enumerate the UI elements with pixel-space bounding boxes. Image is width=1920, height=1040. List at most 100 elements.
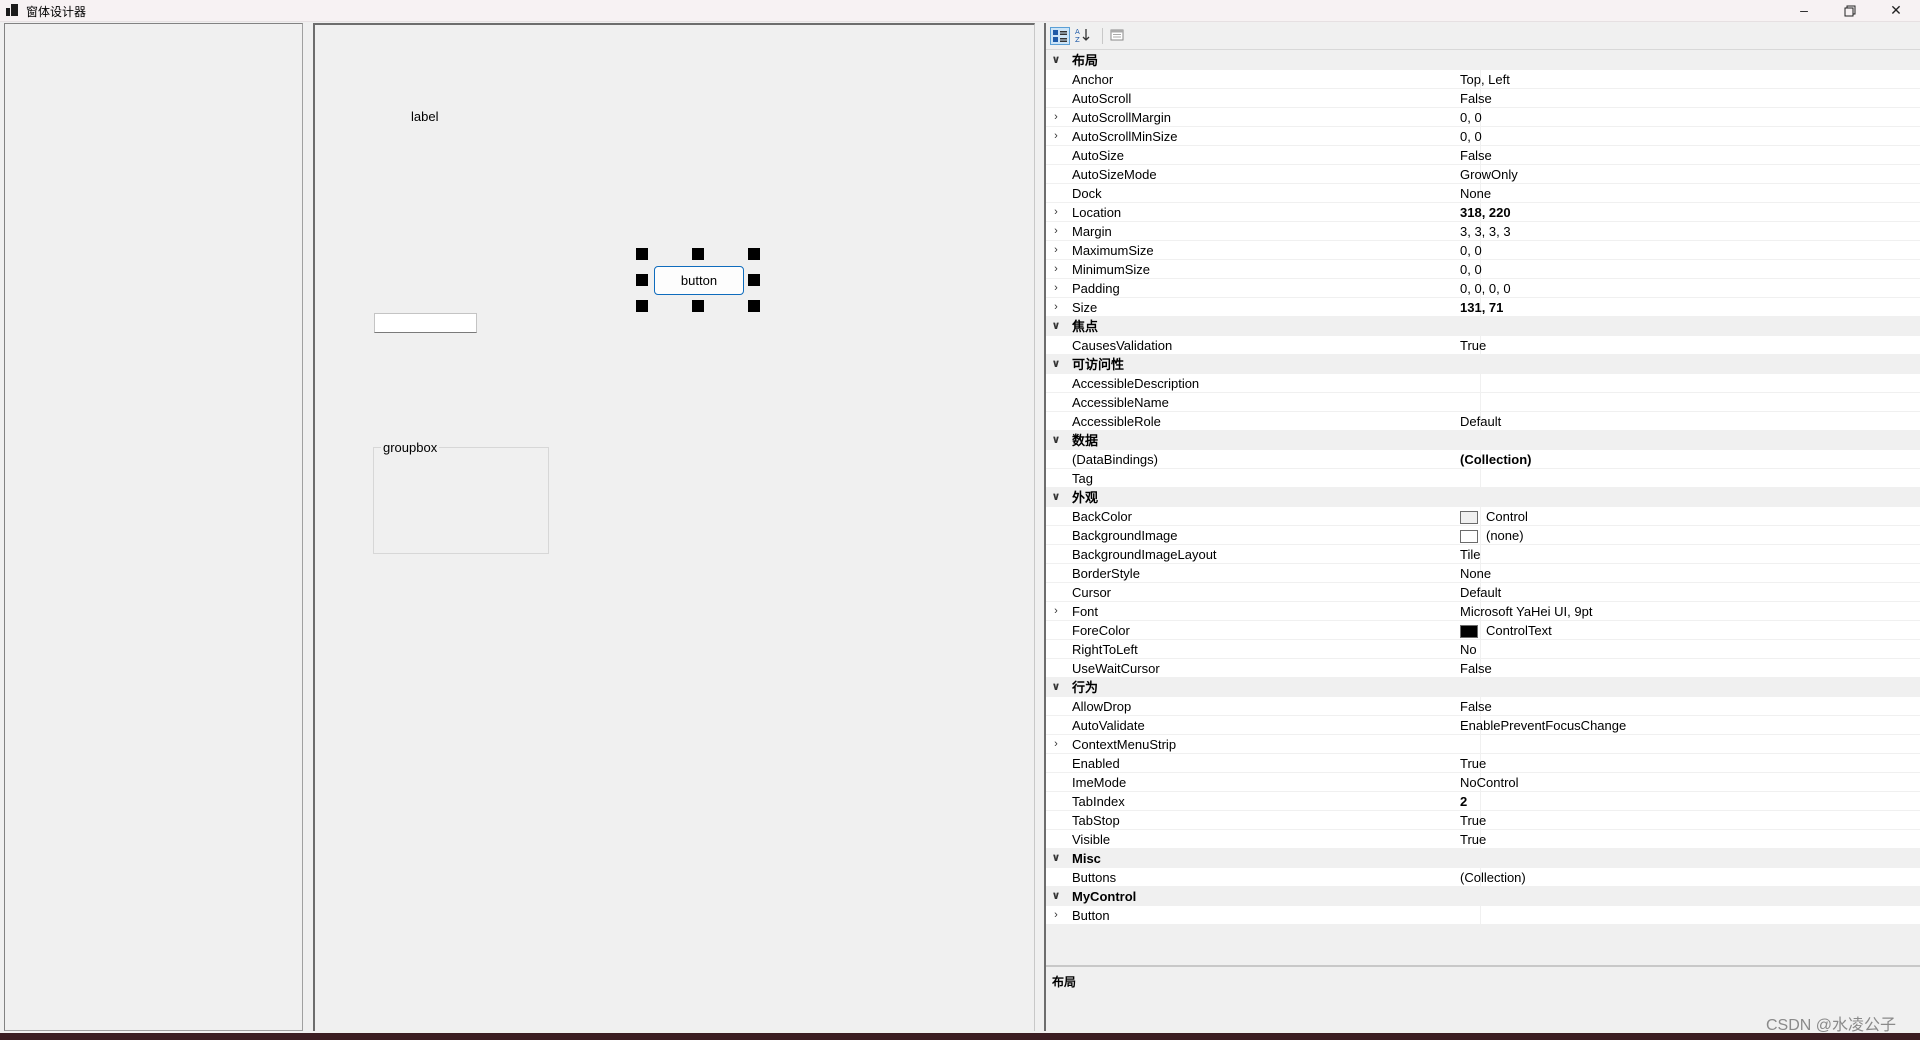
property-row[interactable]: CausesValidation True <box>1046 336 1920 355</box>
collapse-chevron-icon[interactable]: ∨ <box>1050 488 1062 507</box>
designer-label-control[interactable]: label <box>411 109 438 124</box>
property-value[interactable]: 2 <box>1460 792 1467 811</box>
property-category[interactable]: ∨ 布局 <box>1046 51 1920 70</box>
property-row[interactable]: Anchor Top, Left <box>1046 70 1920 89</box>
property-value[interactable]: (Collection) <box>1460 450 1532 469</box>
property-row[interactable]: › AutoScrollMargin 0, 0 <box>1046 108 1920 127</box>
property-row[interactable]: › Padding 0, 0, 0, 0 <box>1046 279 1920 298</box>
property-row[interactable]: › AutoScrollMinSize 0, 0 <box>1046 127 1920 146</box>
property-value[interactable]: 0, 0 <box>1460 127 1482 146</box>
resize-grip-top-right[interactable] <box>748 248 760 260</box>
property-value[interactable]: NoControl <box>1460 773 1519 792</box>
collapse-chevron-icon[interactable]: ∨ <box>1050 51 1062 70</box>
property-row[interactable]: › MaximumSize 0, 0 <box>1046 241 1920 260</box>
property-category[interactable]: ∨ 行为 <box>1046 678 1920 697</box>
collapse-chevron-icon[interactable]: ∨ <box>1050 355 1062 374</box>
property-row[interactable]: Enabled True <box>1046 754 1920 773</box>
property-value[interactable]: 0, 0 <box>1460 108 1482 127</box>
property-row[interactable]: › Margin 3, 3, 3, 3 <box>1046 222 1920 241</box>
collapse-chevron-icon[interactable]: ∨ <box>1050 887 1062 906</box>
collapse-chevron-icon[interactable]: ∨ <box>1050 678 1062 697</box>
property-value[interactable]: Tile <box>1460 545 1480 564</box>
property-value[interactable]: Default <box>1460 412 1501 431</box>
property-row[interactable]: RightToLeft No <box>1046 640 1920 659</box>
property-value[interactable]: ControlText <box>1460 621 1552 640</box>
property-row[interactable]: AllowDrop False <box>1046 697 1920 716</box>
collapse-chevron-icon[interactable]: ∨ <box>1050 849 1062 868</box>
collapse-chevron-icon[interactable]: ∨ <box>1050 431 1062 450</box>
expand-chevron-icon[interactable]: › <box>1050 127 1062 146</box>
minimize-button[interactable]: – <box>1781 0 1827 21</box>
property-value[interactable]: No <box>1460 640 1477 659</box>
restore-button[interactable] <box>1827 0 1873 21</box>
alphabetical-button[interactable]: A Z <box>1074 27 1094 45</box>
property-row[interactable]: Dock None <box>1046 184 1920 203</box>
property-value[interactable]: 0, 0 <box>1460 260 1482 279</box>
property-row[interactable]: AutoScroll False <box>1046 89 1920 108</box>
designer-textbox-control[interactable] <box>374 313 477 333</box>
property-row[interactable]: › Location 318, 220 <box>1046 203 1920 222</box>
property-category[interactable]: ∨ Misc <box>1046 849 1920 868</box>
property-row[interactable]: AccessibleRole Default <box>1046 412 1920 431</box>
property-value[interactable]: False <box>1460 89 1492 108</box>
property-value[interactable]: 131, 71 <box>1460 298 1503 317</box>
property-row[interactable]: AutoValidate EnablePreventFocusChange <box>1046 716 1920 735</box>
collapse-chevron-icon[interactable]: ∨ <box>1050 317 1062 336</box>
property-row[interactable]: BackgroundImage (none) <box>1046 526 1920 545</box>
property-value[interactable]: GrowOnly <box>1460 165 1518 184</box>
expand-chevron-icon[interactable]: › <box>1050 298 1062 317</box>
property-row[interactable]: › MinimumSize 0, 0 <box>1046 260 1920 279</box>
expand-chevron-icon[interactable]: › <box>1050 906 1062 925</box>
property-value[interactable]: True <box>1460 811 1486 830</box>
property-value[interactable]: None <box>1460 564 1491 583</box>
property-row[interactable]: Visible True <box>1046 830 1920 849</box>
property-row[interactable]: BackColor Control <box>1046 507 1920 526</box>
property-value[interactable]: Default <box>1460 583 1501 602</box>
expand-chevron-icon[interactable]: › <box>1050 602 1062 621</box>
property-value[interactable]: False <box>1460 697 1492 716</box>
property-value[interactable]: (none) <box>1460 526 1524 545</box>
property-row[interactable]: › Font Microsoft YaHei UI, 9pt <box>1046 602 1920 621</box>
property-value[interactable]: Top, Left <box>1460 70 1510 89</box>
property-value[interactable]: False <box>1460 659 1492 678</box>
property-category[interactable]: ∨ MyControl <box>1046 887 1920 906</box>
expand-chevron-icon[interactable]: › <box>1050 222 1062 241</box>
resize-grip-top-left[interactable] <box>636 248 648 260</box>
designer-button-control[interactable]: button <box>654 266 744 295</box>
property-category[interactable]: ∨ 数据 <box>1046 431 1920 450</box>
property-row[interactable]: Buttons (Collection) <box>1046 868 1920 887</box>
property-row[interactable]: › Size 131, 71 <box>1046 298 1920 317</box>
property-value[interactable]: 3, 3, 3, 3 <box>1460 222 1511 241</box>
property-value[interactable]: 0, 0 <box>1460 241 1482 260</box>
property-category[interactable]: ∨ 焦点 <box>1046 317 1920 336</box>
property-value[interactable]: 0, 0, 0, 0 <box>1460 279 1511 298</box>
expand-chevron-icon[interactable]: › <box>1050 260 1062 279</box>
property-value[interactable]: 318, 220 <box>1460 203 1511 222</box>
property-row[interactable]: AccessibleDescription <box>1046 374 1920 393</box>
property-row[interactable]: TabStop True <box>1046 811 1920 830</box>
property-category[interactable]: ∨ 外观 <box>1046 488 1920 507</box>
resize-grip-right[interactable] <box>748 274 760 286</box>
resize-grip-bottom[interactable] <box>692 300 704 312</box>
property-category[interactable]: ∨ 可访问性 <box>1046 355 1920 374</box>
expand-chevron-icon[interactable]: › <box>1050 241 1062 260</box>
property-value[interactable]: EnablePreventFocusChange <box>1460 716 1626 735</box>
property-value[interactable]: True <box>1460 336 1486 355</box>
property-row[interactable]: ImeMode NoControl <box>1046 773 1920 792</box>
property-value[interactable]: Microsoft YaHei UI, 9pt <box>1460 602 1592 621</box>
property-row[interactable]: BorderStyle None <box>1046 564 1920 583</box>
property-value[interactable]: True <box>1460 830 1486 849</box>
expand-chevron-icon[interactable]: › <box>1050 735 1062 754</box>
property-value[interactable]: True <box>1460 754 1486 773</box>
property-row[interactable]: BackgroundImageLayout Tile <box>1046 545 1920 564</box>
expand-chevron-icon[interactable]: › <box>1050 203 1062 222</box>
close-button[interactable]: ✕ <box>1873 0 1919 21</box>
property-pages-button[interactable] <box>1108 27 1128 45</box>
resize-grip-bottom-right[interactable] <box>748 300 760 312</box>
expand-chevron-icon[interactable]: › <box>1050 108 1062 127</box>
property-value[interactable]: (Collection) <box>1460 868 1526 887</box>
designer-groupbox-control[interactable] <box>373 447 549 554</box>
property-row[interactable]: › Button <box>1046 906 1920 925</box>
property-row[interactable]: Tag <box>1046 469 1920 488</box>
property-row[interactable]: UseWaitCursor False <box>1046 659 1920 678</box>
